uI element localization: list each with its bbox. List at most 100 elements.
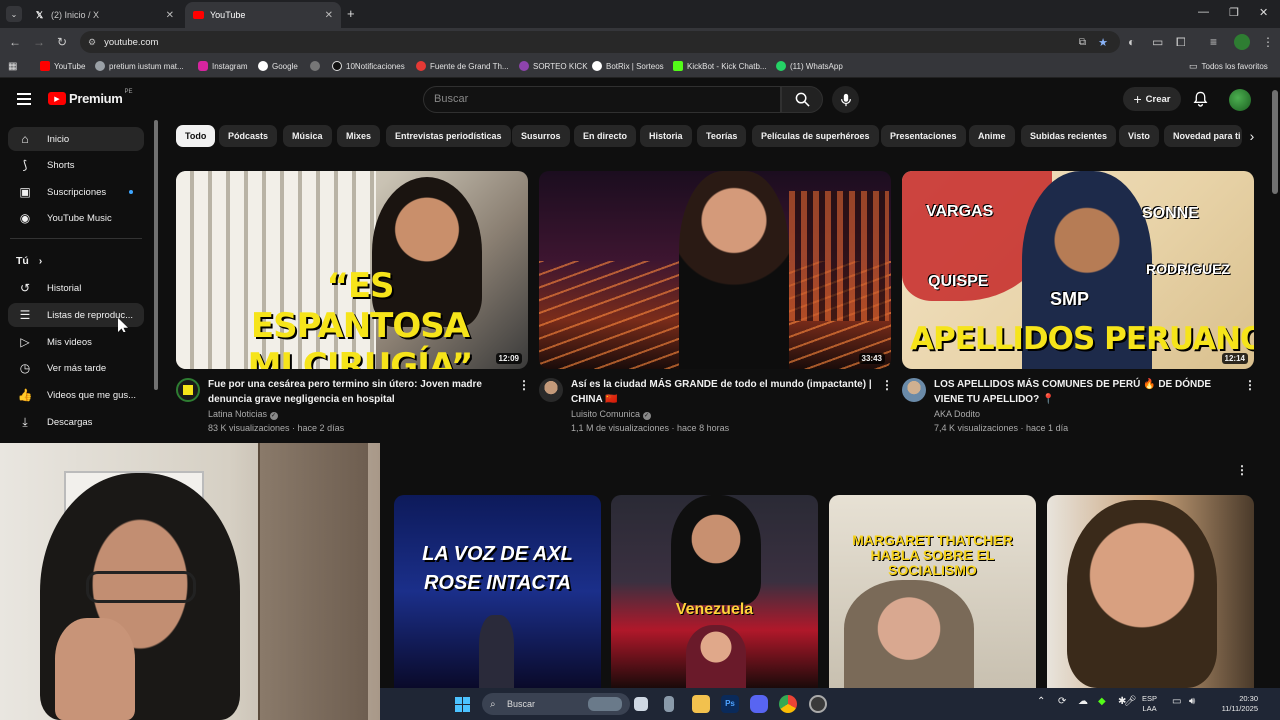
sidebar-section-tu[interactable]: Tú › (8, 249, 144, 273)
back-icon[interactable]: ← (9, 35, 21, 49)
page-scrollbar[interactable] (1272, 90, 1278, 194)
search-button[interactable] (781, 86, 823, 113)
guide-menu-icon[interactable] (17, 93, 31, 105)
close-window-icon[interactable]: ✕ (1259, 6, 1268, 19)
more-actions-icon[interactable]: ⋮ (518, 378, 530, 392)
channel-avatar[interactable] (176, 378, 200, 402)
chip[interactable]: Mixes (337, 125, 381, 147)
bookmark-whatsapp[interactable]: (11) WhatsApp (776, 61, 843, 71)
more-actions-icon[interactable]: ⋮ (1244, 378, 1256, 392)
chip[interactable]: Entrevistas periodísticas (386, 125, 511, 147)
bookmark-notificaciones[interactable]: 10Notificaciones (332, 61, 405, 71)
chip[interactable]: Subidas recientes (1021, 125, 1117, 147)
discord-icon[interactable] (750, 695, 768, 713)
notifications-bell-icon[interactable] (1193, 91, 1208, 112)
chip[interactable]: Anime (969, 125, 1015, 147)
channel-name[interactable]: Latina Noticias ✓ (208, 407, 278, 422)
bookmark-botrix[interactable]: BotRix | Sorteos (592, 61, 664, 71)
address-bar[interactable]: ⚙ youtube.com ⧉ ★ (80, 31, 1120, 53)
clock[interactable]: 20:30 11/11/2025 (1212, 694, 1258, 714)
short-thumbnail[interactable] (1047, 495, 1254, 688)
bookmark-instagram[interactable]: Instagram (198, 61, 248, 71)
phone-link-icon[interactable] (664, 696, 674, 712)
install-app-icon[interactable]: ⧉ (1079, 37, 1086, 48)
chips-next-button[interactable]: › (1242, 125, 1262, 147)
short-thumbnail[interactable]: MARGARET THATCHER HABLA SOBRE EL SOCIALI… (829, 495, 1036, 688)
bookmark-star-icon[interactable]: ★ (1098, 36, 1108, 49)
video-title[interactable]: LOS APELLIDOS MÁS COMUNES DE PERÚ 🔥 DE D… (934, 377, 1240, 407)
sidebar-item-descargas[interactable]: ⤓ Descargas (8, 410, 144, 434)
sidebar-item-inicio[interactable]: ⌂ Inicio (8, 127, 144, 151)
chip[interactable]: Música (283, 125, 332, 147)
bookmark-kickbot[interactable]: KickBot - Kick Chatb... (673, 61, 767, 71)
onedrive-icon[interactable]: ☁ (1078, 697, 1088, 707)
profile-avatar[interactable] (1234, 34, 1250, 50)
bookmark-youtube[interactable]: YouTube (40, 61, 85, 71)
short-thumbnail[interactable]: Venezuela (611, 495, 818, 688)
photoshop-icon[interactable]: Ps (721, 695, 739, 713)
close-tab-icon[interactable]: ✕ (325, 10, 333, 21)
extension-icon[interactable]: ▭ (1152, 35, 1163, 49)
network-icon[interactable]: ▭ (1172, 697, 1181, 707)
voice-search-button[interactable] (832, 86, 859, 113)
chip[interactable]: Teorías (697, 125, 747, 147)
close-tab-icon[interactable]: ✕ (166, 10, 174, 21)
channel-avatar[interactable] (539, 378, 563, 402)
video-title[interactable]: Así es la ciudad MÁS GRANDE de todo el m… (571, 377, 877, 407)
sidebar-item-youtube-music[interactable]: ◉ YouTube Music (8, 206, 144, 230)
reload-icon[interactable]: ↻ (57, 35, 67, 49)
language-indicator[interactable]: ESP LAA (1142, 694, 1157, 714)
task-view-icon[interactable] (634, 697, 648, 711)
chip[interactable]: En directo (574, 125, 637, 147)
chip[interactable]: Películas de superhéroes (752, 125, 879, 147)
new-tab-button[interactable]: + (347, 6, 355, 21)
app-icon[interactable] (809, 695, 827, 713)
tray-icon[interactable]: ◆ (1098, 697, 1106, 707)
bookmark-sorteo-kick[interactable]: SORTEO KICK (519, 61, 588, 71)
channel-name[interactable]: Luisito Comunica ✓ (571, 407, 651, 422)
volume-icon[interactable]: 🔊︎ (1189, 697, 1195, 707)
microphone-icon[interactable]: 🎤︎ (1124, 697, 1137, 707)
channel-avatar[interactable] (902, 378, 926, 402)
sidebar-item-historial[interactable]: ↺ Historial (8, 276, 144, 300)
bookmark-gta[interactable]: Fuente de Grand Th... (416, 61, 509, 71)
sidebar-item-mis-videos[interactable]: ▷ Mis videos (8, 330, 144, 354)
chip[interactable]: Historia (640, 125, 692, 147)
taskbar-search[interactable]: ⌕ Buscar (482, 693, 630, 715)
chip[interactable]: Susurros (512, 125, 570, 147)
channel-name[interactable]: AKA Dodito (934, 407, 980, 422)
chip-todo[interactable]: Todo (176, 125, 216, 147)
menu-dots-icon[interactable]: ⋮ (1262, 35, 1274, 49)
sidebar-item-liked-videos[interactable]: 👍 Videos que me gus... (8, 383, 144, 407)
video-title[interactable]: Fue por una cesárea pero termino sin úte… (208, 377, 508, 407)
video-thumbnail[interactable]: 33:43 (539, 171, 891, 369)
chip[interactable]: Visto (1119, 125, 1159, 147)
bookmark-pretium[interactable]: pretium iustum mat... (95, 61, 184, 71)
sidebar-item-playlists[interactable]: ☰ Listas de reproduc... (8, 303, 144, 327)
all-bookmarks[interactable]: ▭ Todos los favoritos (1189, 61, 1268, 72)
bookmark-unnamed[interactable] (310, 61, 324, 71)
tray-overflow-icon[interactable]: ⌃ (1037, 697, 1045, 707)
account-avatar[interactable] (1229, 89, 1251, 111)
sidebar-scrollbar[interactable] (154, 120, 158, 390)
tab-x[interactable]: 𝕏 (2) Inicio / X ✕ (26, 2, 182, 28)
video-thumbnail[interactable]: VARGAS SONNE QUISPE RODRIGUEZ SMP APELLI… (902, 171, 1254, 369)
chip[interactable]: Presentaciones (881, 125, 966, 147)
file-explorer-icon[interactable] (692, 695, 710, 713)
shorts-more-icon[interactable]: ⋮ (1236, 463, 1248, 477)
site-info-icon[interactable]: ⚙ (88, 37, 96, 48)
tab-search-button[interactable]: ⌄ (6, 6, 22, 22)
restore-icon[interactable]: ❐ (1229, 6, 1239, 19)
windows-start-icon[interactable] (455, 697, 470, 712)
apps-grid-icon[interactable]: ▦ (8, 61, 17, 72)
extension-icon[interactable]: ◐ (1128, 35, 1135, 49)
short-thumbnail[interactable]: LA VOZ DE AXL ROSE INTACTA (394, 495, 601, 688)
minimize-icon[interactable]: — (1198, 6, 1209, 18)
tab-youtube[interactable]: YouTube ✕ (185, 2, 341, 28)
sidebar-item-suscripciones[interactable]: ▣ Suscripciones (8, 180, 144, 204)
sidebar-item-shorts[interactable]: ⟆ Shorts (8, 153, 144, 177)
search-input[interactable]: Buscar (423, 86, 781, 113)
reading-list-icon[interactable]: ≡ (1210, 35, 1217, 49)
chip[interactable]: Pódcasts (219, 125, 278, 147)
bookmark-google[interactable]: Google (258, 61, 298, 71)
